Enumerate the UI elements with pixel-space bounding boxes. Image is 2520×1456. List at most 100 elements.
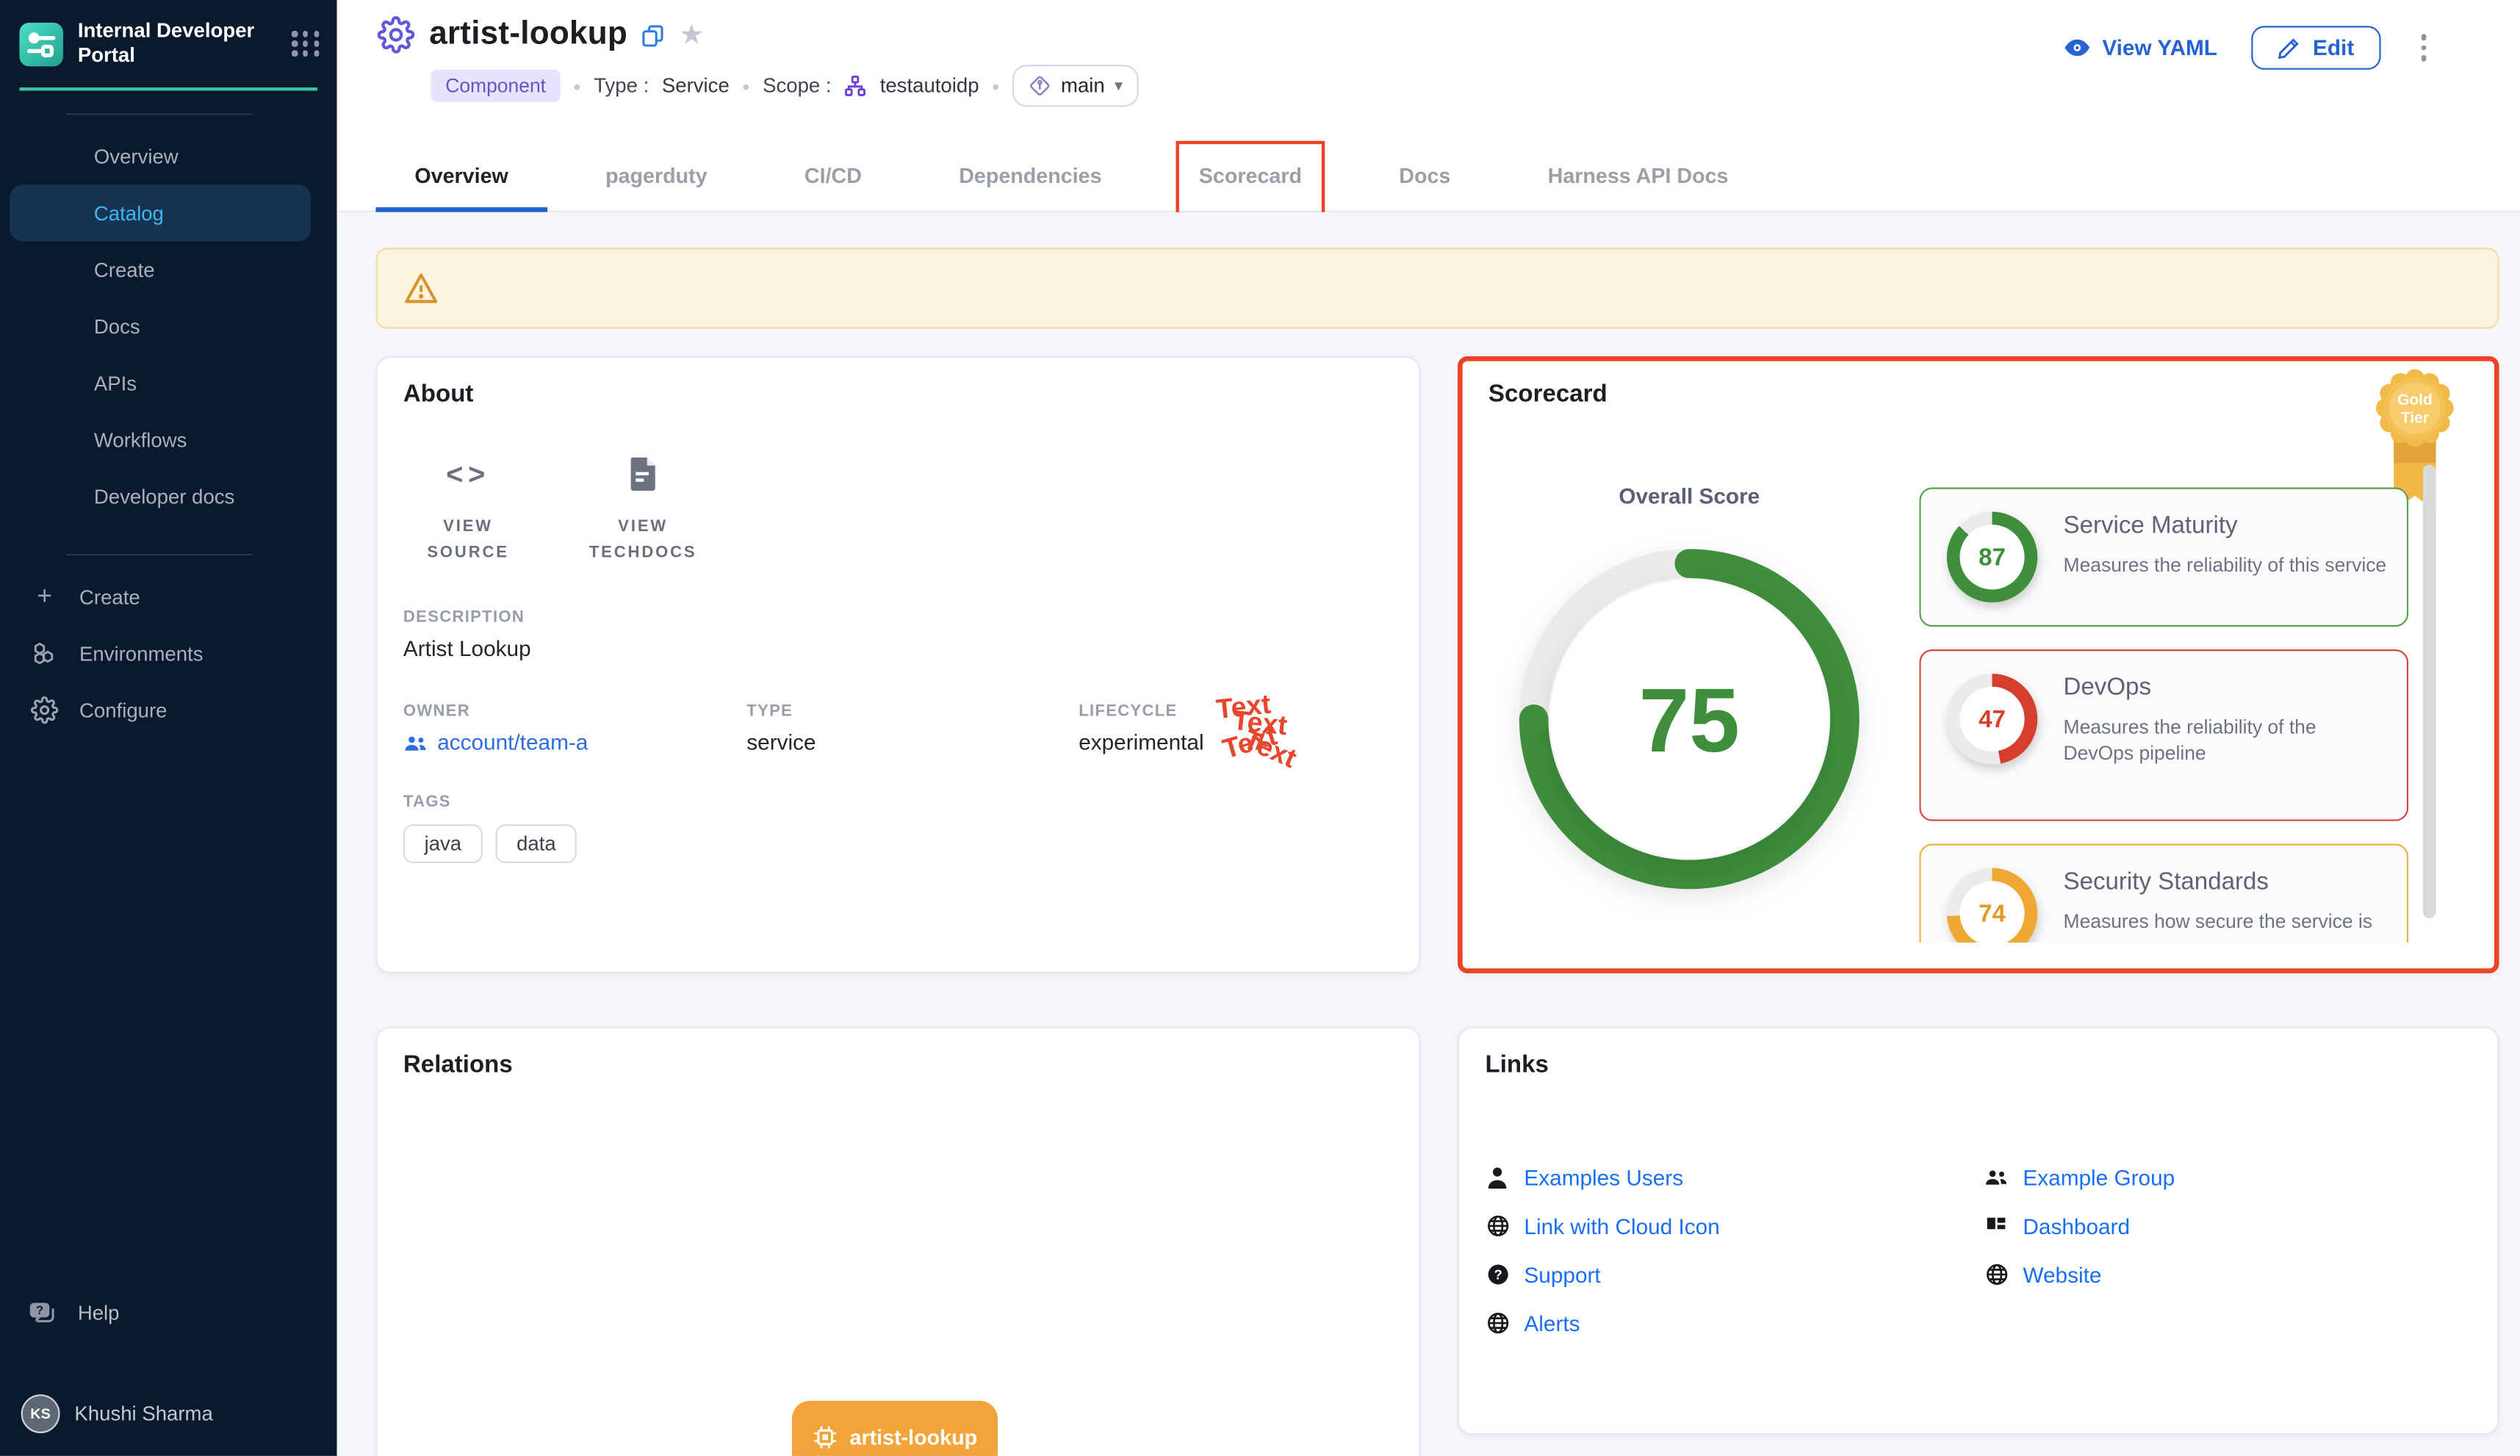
scorecard-checks-list: 87 Service Maturity Measures the reliabi… <box>1919 481 2408 943</box>
edit-button[interactable]: Edit <box>2251 26 2380 70</box>
sidebar-item-overview[interactable]: Overview <box>10 128 311 184</box>
tab-overview[interactable]: Overview <box>375 140 547 211</box>
dashboard-icon <box>1984 1214 2009 1238</box>
favorite-star-icon[interactable]: ★ <box>680 21 705 48</box>
sidebar-item-configure[interactable]: Configure <box>0 682 337 738</box>
pencil-icon <box>2278 37 2300 60</box>
user-menu[interactable]: KS Khushi Sharma <box>0 1381 337 1446</box>
docs-icon <box>578 450 708 499</box>
lifecycle-value: experimental <box>1079 730 1203 754</box>
nav-divider <box>66 113 253 115</box>
brand: Internal Developer Portal <box>0 0 337 84</box>
org-icon <box>844 74 867 97</box>
tab-harness-api-docs[interactable]: Harness API Docs <box>1509 140 1768 211</box>
help-chat-icon: ? <box>27 1299 57 1328</box>
sidebar-item-label: Configure <box>79 699 167 721</box>
chevron-down-icon: ▾ <box>1115 77 1123 95</box>
app-root: Internal Developer Portal Overview Catal… <box>0 0 2520 1456</box>
about-card: About <> VIEWSOURCE VIEWTECHDOCS DESCRIP… <box>375 356 1420 973</box>
sidebar-item-environments[interactable]: Environments <box>0 625 337 682</box>
page-title: artist-lookup <box>429 16 627 54</box>
chip-icon <box>813 1424 837 1449</box>
type-field-label: TYPE <box>746 703 1079 721</box>
branch-selector[interactable]: main ▾ <box>1012 65 1139 107</box>
help-button[interactable]: ? Help <box>0 1284 337 1342</box>
view-yaml-button[interactable]: View YAML <box>2063 35 2217 60</box>
scorecard-card: Scorecard Gold Tier Overall Score <box>1458 356 2499 973</box>
sidebar-item-apis[interactable]: APIs <box>10 355 311 411</box>
tab-cicd[interactable]: CI/CD <box>766 140 901 211</box>
owner-label: OWNER <box>403 703 746 721</box>
relations-node-artist-lookup[interactable]: artist-lookup <box>792 1401 998 1456</box>
svg-text:?: ? <box>36 1303 43 1317</box>
tab-dependencies[interactable]: Dependencies <box>920 140 1140 211</box>
sidebar-item-developer-docs[interactable]: Developer docs <box>10 468 311 525</box>
nav-divider-2 <box>66 554 253 555</box>
link-website[interactable]: Website <box>1984 1260 2472 1289</box>
link-support[interactable]: ? Support <box>1486 1260 1984 1289</box>
sidebar-nav: Overview Catalog Create Docs APIs Workfl… <box>0 128 337 525</box>
kind-chip[interactable]: Component <box>431 70 560 102</box>
link-alerts[interactable]: Alerts <box>1486 1308 1984 1338</box>
scope-label: Scope : <box>763 74 831 97</box>
link-link-with-cloud-icon[interactable]: Link with Cloud Icon <box>1486 1211 1984 1241</box>
link-examples-users[interactable]: Examples Users <box>1486 1163 1984 1192</box>
more-options-icon[interactable] <box>2414 28 2433 68</box>
tags-label: TAGS <box>403 793 1393 811</box>
brand-divider <box>19 87 317 90</box>
check-card-devops[interactable]: 47 DevOps Measures the reliability of th… <box>1919 649 2408 821</box>
tag-java[interactable]: java <box>403 824 483 863</box>
sidebar-footer: ? Help KS Khushi Sharma <box>0 1284 337 1456</box>
user-icon <box>1486 1165 1510 1189</box>
tag-data[interactable]: data <box>495 824 577 863</box>
entity-header: artist-lookup ★ Component • Type : Servi… <box>337 0 2520 212</box>
eye-icon <box>2063 37 2090 59</box>
link-example-group[interactable]: Example Group <box>1984 1163 2472 1192</box>
sidebar-item-create[interactable]: Create <box>10 241 311 298</box>
main-area: artist-lookup ★ Component • Type : Servi… <box>337 0 2520 1456</box>
relations-title: Relations <box>403 1051 1393 1078</box>
check-description: Measures the reliability of the DevOps p… <box>2064 714 2388 766</box>
check-name: DevOps <box>2064 674 2388 701</box>
sidebar-item-workflows[interactable]: Workflows <box>10 411 311 468</box>
link-dashboard[interactable]: Dashboard <box>1984 1211 2472 1241</box>
type-value: Service <box>662 74 730 97</box>
check-card-security-standards[interactable]: 74 Security Standards Measures how secur… <box>1919 844 2408 943</box>
entity-tabs: Overview pagerduty CI/CD Dependencies Sc… <box>375 140 1767 211</box>
tab-docs[interactable]: Docs <box>1360 140 1489 211</box>
check-card-service-maturity[interactable]: 87 Service Maturity Measures the reliabi… <box>1919 488 2408 627</box>
sidebar: Internal Developer Portal Overview Catal… <box>0 0 337 1456</box>
check-name: Service Maturity <box>2064 512 2388 539</box>
owner-link[interactable]: account/team-a <box>403 730 746 754</box>
links-card: Links Examples Users Example Group Link … <box>1458 1027 2499 1435</box>
sidebar-item-create-action[interactable]: + Create <box>0 569 337 625</box>
view-source-button[interactable]: <> VIEWSOURCE <box>403 450 533 567</box>
entity-meta: Component • Type : Service • Scope : tes… <box>431 65 1139 107</box>
hexagons-icon <box>31 640 58 667</box>
badge-line2: Tier <box>2401 409 2429 426</box>
description-value: Artist Lookup <box>403 636 1393 660</box>
app-switcher-icon[interactable] <box>292 29 321 59</box>
relations-node-label: artist-lookup <box>850 1424 978 1449</box>
check-description: Measures how secure the service is <box>2064 909 2388 934</box>
copy-icon[interactable] <box>642 24 665 46</box>
tab-pagerduty[interactable]: pagerduty <box>566 140 746 211</box>
view-techdocs-button[interactable]: VIEWTECHDOCS <box>578 450 708 567</box>
branch-name: main <box>1061 74 1105 97</box>
type-field-value: service <box>746 730 1079 754</box>
overall-score-label: Overall Score <box>1519 484 1860 508</box>
sidebar-item-label: Environments <box>79 642 204 665</box>
sidebar-item-catalog[interactable]: Catalog <box>10 184 311 241</box>
links-title: Links <box>1486 1051 2472 1078</box>
type-label: Type : <box>594 74 649 97</box>
sidebar-item-docs[interactable]: Docs <box>10 298 311 355</box>
scorecard-title: Scorecard <box>1488 381 2469 408</box>
question-icon: ? <box>1486 1262 1510 1286</box>
scrollbar[interactable] <box>2423 465 2436 918</box>
relations-card: Relations artist-lookup <box>375 1027 1420 1456</box>
tab-scorecard[interactable]: Scorecard <box>1160 140 1341 211</box>
plus-icon: + <box>31 583 58 610</box>
check-name: Security Standards <box>2064 868 2388 895</box>
help-label: Help <box>78 1302 120 1325</box>
user-name: Khushi Sharma <box>74 1402 212 1425</box>
